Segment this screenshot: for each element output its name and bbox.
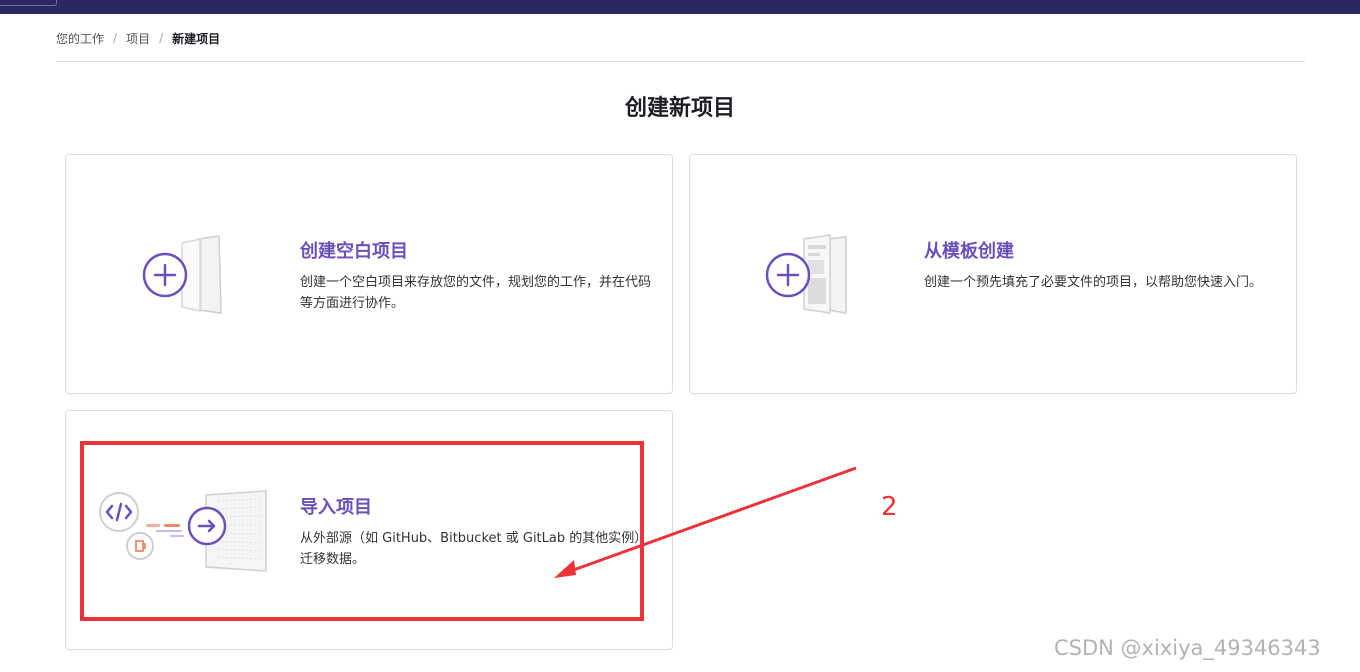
blank-project-illustration xyxy=(142,235,222,314)
header-divider xyxy=(56,61,1305,62)
breadcrumb-projects[interactable]: 项目 xyxy=(126,30,150,47)
card-description: 创建一个空白项目来存放您的文件，规划您的工作，并在代码等方面进行协作。 xyxy=(300,275,652,311)
nav-button-stub[interactable] xyxy=(0,0,57,6)
template-illustration xyxy=(765,234,847,314)
card-description: 创建一个预先填充了必要文件的项目，以帮助您快速入门。 xyxy=(924,275,1263,290)
annotation-highlight-box xyxy=(80,441,644,621)
watermark: CSDN @xixiya_49346343 xyxy=(1054,636,1321,660)
annotation-number: 2 xyxy=(881,492,898,522)
card-title: 从模板创建 xyxy=(924,241,1014,262)
breadcrumb: 您的工作 / 项目 / 新建项目 xyxy=(56,29,220,47)
plus-icon xyxy=(765,252,811,298)
create-blank-project-card[interactable]: 创建空白项目 创建一个空白项目来存放您的文件，规划您的工作，并在代码等方面进行协… xyxy=(65,154,673,394)
breadcrumb-your-work[interactable]: 您的工作 xyxy=(56,30,104,47)
breadcrumb-separator: / xyxy=(113,31,118,45)
breadcrumb-separator: / xyxy=(159,31,164,45)
create-from-template-card[interactable]: 从模板创建 创建一个预先填充了必要文件的项目，以帮助您快速入门。 xyxy=(689,154,1297,394)
breadcrumb-current: 新建项目 xyxy=(172,31,221,46)
plus-icon xyxy=(142,252,188,298)
page-title: 创建新项目 xyxy=(624,96,735,121)
card-title: 创建空白项目 xyxy=(300,241,408,262)
top-navigation-bar xyxy=(0,0,1360,14)
